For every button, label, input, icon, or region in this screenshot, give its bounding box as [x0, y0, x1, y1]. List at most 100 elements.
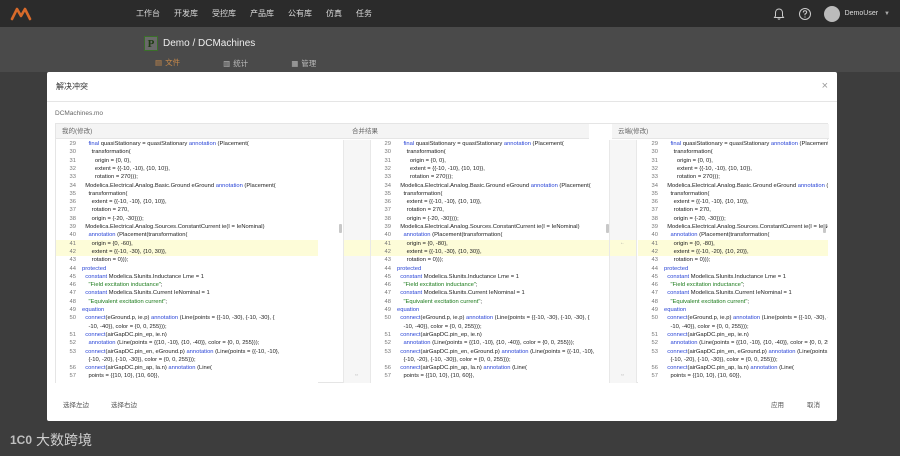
line-number: 39	[384, 224, 391, 230]
gutter-more-icon-2: ⇔	[620, 372, 625, 378]
code-line: 52 annotation (Line(points = {{10, -10},…	[638, 339, 828, 347]
editor-mine[interactable]: 29 final quasiStationary = quasiStationa…	[56, 140, 318, 383]
code-line: 48 "Equivalent excitation current";	[371, 298, 614, 306]
file-icon: ▤	[155, 58, 163, 67]
line-number: 32	[651, 165, 658, 172]
code-line: 51 connect(airGapDC.pin_ep, ie.n)	[56, 331, 318, 339]
file-path: DCMachines.mo	[55, 110, 104, 117]
bell-icon[interactable]	[772, 7, 786, 21]
code-line: 51 connect(airGapDC.pin_ep, ie.n)	[638, 331, 828, 339]
line-number: 34	[651, 182, 658, 189]
code-line: 29 final quasiStationary = quasiStationa…	[638, 140, 828, 148]
code-line: 37 rotation = 270,	[56, 206, 318, 214]
nav-item-workbench[interactable]: 工作台	[129, 0, 167, 27]
choose-left-button[interactable]: 选择左边	[59, 399, 93, 413]
close-icon[interactable]: ×	[822, 81, 828, 92]
code-line: 51 connect(airGapDC.pin_ep, ie.n)	[371, 331, 614, 339]
line-number: 51	[384, 331, 391, 338]
watermark: 1C0 大数跨境	[10, 430, 92, 450]
code-line: 48 "Equivalent excitation current";	[638, 298, 828, 306]
code-line: 47 constant Modelica.SIunits.Current IeN…	[56, 289, 318, 297]
avatar[interactable]	[823, 5, 840, 22]
tab-stats[interactable]: ▥ 统计	[223, 57, 248, 73]
line-number: 45	[69, 273, 76, 280]
code-line: 37 rotation = 270,	[638, 206, 828, 214]
line-number: 57	[384, 373, 391, 380]
line-number: 46	[69, 282, 76, 289]
line-number: 31	[651, 157, 658, 164]
line-number: 46	[384, 282, 391, 289]
cancel-button[interactable]: 取消	[803, 399, 824, 413]
line-number: 57	[69, 373, 76, 380]
code-line: 39 Modelica.Electrical.Analog.Sources.Co…	[638, 223, 828, 231]
nav-item-product-library[interactable]: 产品库	[243, 0, 281, 27]
line-number: 56	[651, 365, 658, 372]
editor-merged[interactable]: 29 final quasiStationary = quasiStationa…	[371, 140, 614, 383]
top-nav: 工作台 开发库 受控库 产品库 公有库 仿真 任务 DemoUser ▼	[0, 0, 900, 27]
scrollbar-mine[interactable]	[339, 224, 342, 233]
code-line: 34 Modelica.Electrical.Analog.Basic.Grou…	[371, 182, 614, 190]
code-line: 30 transformation(	[371, 148, 614, 156]
line-number: 39	[69, 224, 76, 230]
dialog-title: 解决冲突	[56, 82, 88, 91]
nav-item-dev-library[interactable]: 开发库	[167, 0, 205, 27]
code-line: 38 origin = {-20, -30})));	[56, 215, 318, 223]
line-number: 50	[69, 315, 76, 322]
code-line: 29 final quasiStationary = quasiStationa…	[371, 140, 614, 148]
code-line: 35 transformation(	[56, 190, 318, 198]
editor-remote[interactable]: 29 final quasiStationary = quasiStationa…	[638, 140, 828, 383]
line-number: 34	[69, 182, 76, 189]
scrollbar-remote[interactable]	[823, 224, 826, 233]
code-line: 35 transformation(	[638, 190, 828, 198]
line-number: 44	[69, 265, 76, 272]
app-logo-icon[interactable]	[10, 7, 32, 21]
nav-item-public-library[interactable]: 公有库	[281, 0, 319, 27]
code-line: 40 annotation (Placement(transformation(	[371, 231, 614, 239]
line-number: 39	[651, 224, 658, 230]
nav-item-simulation[interactable]: 仿真	[319, 0, 349, 27]
nav-menu: 工作台 开发库 受控库 产品库 公有库 仿真 任务	[129, 0, 379, 27]
code-line: 32 extent = {{-10, -10}, {10, 10}},	[638, 165, 828, 173]
code-line: 41 origin = {0, -80},	[638, 239, 828, 248]
line-number: 57	[651, 373, 658, 380]
code-line: 42 extent = {{-10, -30}, {10, 30}},	[371, 247, 614, 257]
code-line: 43 rotation = 0)));	[638, 256, 828, 264]
line-number: 47	[384, 290, 391, 297]
tab-manage[interactable]: ▦ 管理	[291, 57, 316, 73]
line-number: 41	[384, 240, 391, 247]
username[interactable]: DemoUser	[845, 10, 878, 17]
line-number: 42	[384, 248, 391, 255]
nav-item-controlled-library[interactable]: 受控库	[205, 0, 243, 27]
chevron-down-icon[interactable]: ▼	[884, 11, 890, 17]
chart-icon: ▥	[223, 58, 231, 68]
arrow-left-icon[interactable]: ←	[620, 240, 625, 246]
panel-title-merged: 合并结果	[346, 124, 589, 139]
code-line: 45 constant Modelica.SIunits.Inductance …	[56, 273, 318, 281]
line-number: 51	[69, 331, 76, 338]
line-number: 47	[651, 290, 658, 297]
tab-files[interactable]: ▤ 文件	[155, 57, 181, 73]
line-number: 37	[69, 207, 76, 214]
line-number: 29	[384, 141, 391, 147]
code-line: -10, -40}}, color = {0, 0, 255}));	[664, 323, 749, 330]
line-number: 33	[69, 174, 76, 181]
line-number: 37	[384, 207, 391, 214]
project-title: Demo / DCMachines	[163, 38, 256, 49]
line-number: 51	[651, 331, 658, 338]
gutter-conflict-left[interactable]	[344, 239, 370, 257]
help-icon[interactable]	[798, 7, 812, 21]
code-line: 49 equation	[638, 306, 828, 314]
tab-stats-label: 统计	[233, 58, 249, 68]
line-number: 30	[69, 149, 76, 156]
line-number: 30	[651, 149, 658, 156]
choose-right-button[interactable]: 选择右边	[107, 399, 141, 413]
code-line: 41 origin = {0, -60},	[56, 239, 318, 248]
line-number: 29	[651, 141, 658, 147]
line-number: 43	[69, 257, 76, 264]
nav-item-tasks[interactable]: 任务	[349, 0, 379, 27]
code-line: 44 protected	[638, 265, 828, 273]
code-line: 31 origin = {0, 0},	[638, 157, 828, 165]
code-line: 38 origin = {-20, -30})));	[371, 215, 614, 223]
line-number: 41	[651, 240, 658, 247]
apply-button[interactable]: 应用	[767, 399, 788, 413]
